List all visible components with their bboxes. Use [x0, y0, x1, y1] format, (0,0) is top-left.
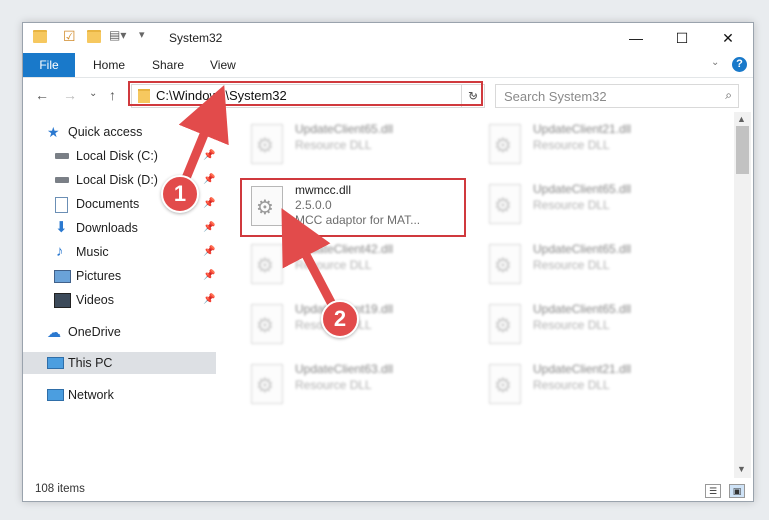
arrow-2	[281, 208, 340, 315]
annotation-arrows	[177, 85, 340, 315]
step-2-badge: 2	[321, 300, 359, 338]
step-1-badge: 1	[161, 175, 199, 213]
